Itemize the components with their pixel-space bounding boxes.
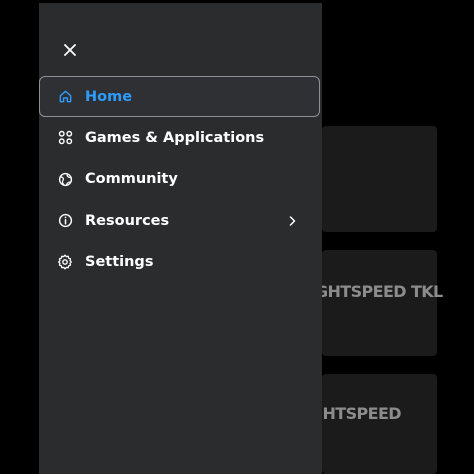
nav-item-community[interactable]: Community (39, 159, 322, 201)
nav-item-label: Games & Applications (85, 129, 265, 146)
nav-item-resources[interactable]: Resources (39, 200, 322, 242)
gear-icon (57, 254, 73, 270)
nav-menu: Home Games & Applications Community Reso… (39, 76, 322, 283)
globe-icon (57, 171, 73, 187)
close-icon (64, 44, 76, 56)
nav-item-games-applications[interactable]: Games & Applications (39, 117, 322, 159)
navigation-drawer: Home Games & Applications Community Reso… (39, 3, 322, 474)
nav-item-label: Community (85, 171, 178, 188)
home-icon (57, 89, 73, 105)
device-card[interactable]: LIGHTSPEED TKL (300, 250, 443, 356)
chevron-right-icon (287, 216, 297, 226)
nav-item-label: Settings (85, 254, 154, 271)
apps-grid-icon (57, 130, 73, 146)
info-icon (57, 213, 73, 229)
device-card[interactable] (322, 126, 437, 232)
nav-item-label: Resources (85, 212, 170, 229)
device-card[interactable]: LIGHTSPEED (295, 374, 437, 474)
nav-item-settings[interactable]: Settings (39, 242, 322, 284)
nav-item-home[interactable]: Home (39, 76, 320, 117)
nav-item-label: Home (85, 88, 133, 105)
close-button[interactable] (60, 40, 80, 60)
